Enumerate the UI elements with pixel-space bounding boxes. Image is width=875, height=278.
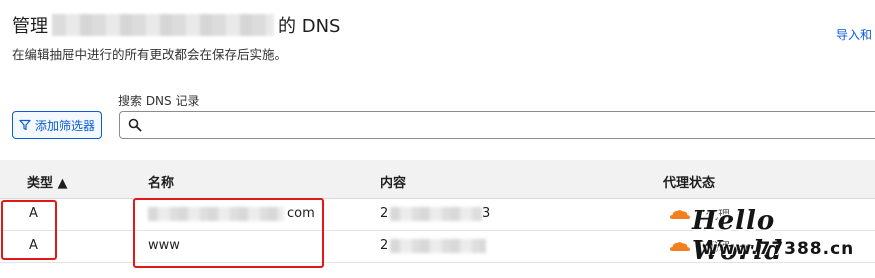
page-title: 管理 的 DNS xyxy=(12,12,340,38)
redacted-content xyxy=(390,239,486,253)
redacted-content xyxy=(390,207,482,221)
redacted-domain xyxy=(52,14,274,36)
title-prefix: 管理 xyxy=(12,16,48,37)
column-content[interactable]: 内容 xyxy=(380,172,406,191)
highlight-type-column xyxy=(1,200,57,260)
search-label: 搜索 DNS 记录 xyxy=(118,94,200,108)
cloud-icon xyxy=(670,210,690,219)
column-name[interactable]: 名称 xyxy=(148,172,174,191)
watermark-url: www.77388.cn xyxy=(702,239,855,259)
add-filter-button[interactable]: 添加筛选器 xyxy=(12,111,102,139)
column-proxy-status[interactable]: 代理状态 xyxy=(663,172,715,191)
page-subtitle: 在编辑抽屉中进行的所有更改都会在保存后实施。 xyxy=(12,47,288,62)
record-content-prefix: 2 xyxy=(380,238,389,253)
search-input[interactable] xyxy=(119,111,875,139)
search-icon xyxy=(128,118,142,132)
import-export-link[interactable]: 导入和 xyxy=(836,26,872,43)
table-header: 类型 ▲ 名称 内容 代理状态 xyxy=(0,160,875,199)
cloud-icon xyxy=(670,242,690,251)
column-type[interactable]: 类型 ▲ xyxy=(27,172,68,191)
record-content-prefix: 2 xyxy=(380,206,389,221)
add-filter-label: 添加筛选器 xyxy=(34,118,95,133)
highlight-name-column xyxy=(133,198,324,268)
record-content-suffix: 3 xyxy=(482,206,491,221)
filter-icon xyxy=(19,119,31,131)
title-suffix: 的 DNS xyxy=(278,16,341,37)
